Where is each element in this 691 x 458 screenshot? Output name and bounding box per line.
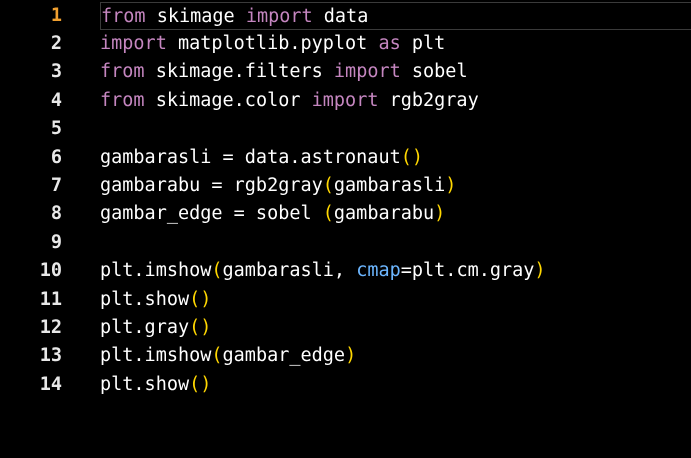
code-text[interactable]: [100, 115, 691, 143]
code-token-param: cmap: [356, 260, 401, 282]
code-token-paren: (): [189, 288, 212, 310]
line-number: 8: [50, 203, 62, 225]
code-token-paren: (: [211, 260, 223, 282]
code-token-paren: (): [189, 316, 212, 338]
code-line[interactable]: 8 gambar_edge = sobel (gambarabu): [0, 200, 691, 228]
code-token-plain: matplotlib.pyplot: [166, 32, 379, 54]
code-token-plain: data: [312, 5, 369, 27]
code-token-plain: gambar_edge = sobel: [100, 203, 323, 225]
code-token-plain: gambarasli,: [222, 260, 357, 282]
code-text[interactable]: plt.imshow(gambarasli, cmap=plt.cm.gray): [100, 257, 691, 285]
code-line[interactable]: 2 import matplotlib.pyplot as plt: [0, 30, 691, 58]
code-token-paren: ): [345, 345, 357, 367]
line-number: 9: [50, 231, 62, 253]
code-text[interactable]: from skimage.filters import sobel: [100, 58, 691, 86]
code-text[interactable]: plt.gray(): [100, 314, 691, 342]
line-number: 14: [39, 373, 62, 395]
code-line[interactable]: 14 plt.show(): [0, 371, 691, 399]
code-token-plain: plt.show: [100, 373, 190, 395]
code-line[interactable]: 11 plt.show(): [0, 286, 691, 314]
code-line[interactable]: 3 from skimage.filters import sobel: [0, 58, 691, 86]
line-number: 10: [39, 260, 62, 282]
line-number: 13: [39, 345, 62, 367]
code-text[interactable]: [100, 229, 691, 257]
code-token-plain: gambarabu: [333, 203, 435, 225]
code-token-paren: ): [445, 174, 457, 196]
code-token-keyword: import: [311, 89, 379, 111]
code-line[interactable]: 7 gambarabu = rgb2gray(gambarasli): [0, 172, 691, 200]
code-line[interactable]: 6 gambarasli = data.astronaut(): [0, 144, 691, 172]
code-token-keyword: import: [100, 32, 167, 54]
code-token-plain: plt.gray: [100, 316, 190, 338]
code-token-keyword: from: [100, 61, 145, 83]
code-token-paren: (): [189, 373, 212, 395]
code-text[interactable]: gambarasli = data.astronaut(): [100, 144, 691, 172]
code-token-plain: gambarabu = rgb2gray: [100, 174, 323, 196]
code-token-paren: ): [534, 260, 546, 282]
code-text[interactable]: plt.show(): [100, 371, 691, 399]
code-text[interactable]: import matplotlib.pyplot as plt: [100, 30, 691, 58]
code-text[interactable]: gambar_edge = sobel (gambarabu): [100, 200, 691, 228]
code-token-plain: plt.imshow: [100, 260, 212, 282]
code-token-keyword: import: [245, 5, 313, 27]
code-token-keyword: as: [378, 32, 401, 54]
code-token-plain: sobel: [400, 61, 468, 83]
code-token-plain: =plt.cm.gray: [400, 260, 535, 282]
code-token-paren: (): [400, 146, 424, 168]
code-line[interactable]: 4 from skimage.color import rgb2gray: [0, 87, 691, 115]
line-number: 12: [39, 316, 62, 338]
code-token-plain: rgb2gray: [378, 89, 479, 111]
code-token-plain: plt.imshow: [100, 345, 212, 367]
code-line[interactable]: 9: [0, 229, 691, 257]
code-token-plain: gambarasli = data.astronaut: [100, 146, 401, 168]
code-editor[interactable]: 1 from skimage import data 2 import matplot…: [0, 0, 691, 458]
code-token-paren: (: [322, 203, 334, 225]
code-token-keyword: import: [333, 61, 401, 83]
code-token-keyword: from: [101, 5, 146, 27]
code-token-plain: skimage.color: [144, 89, 312, 111]
code-token-plain: gambarasli: [333, 174, 446, 196]
line-number: 6: [50, 146, 62, 168]
line-number: 7: [50, 174, 62, 196]
line-number: 5: [50, 118, 62, 140]
code-token-plain: gambar_edge: [222, 345, 346, 367]
code-text[interactable]: plt.show(): [100, 286, 691, 314]
code-text[interactable]: from skimage import data: [100, 1, 691, 30]
code-token-paren: (: [211, 345, 223, 367]
line-number: 11: [39, 288, 62, 310]
code-token-plain: plt.show: [100, 288, 190, 310]
line-number: 3: [50, 61, 62, 83]
code-token-plain: skimage.filters: [144, 61, 334, 83]
code-text[interactable]: plt.imshow(gambar_edge): [100, 342, 691, 370]
code-line[interactable]: 5: [0, 115, 691, 143]
code-line[interactable]: 12 plt.gray(): [0, 314, 691, 342]
code-text[interactable]: from skimage.color import rgb2gray: [100, 87, 691, 115]
code-token-paren: (: [322, 174, 334, 196]
code-token-paren: ): [434, 203, 446, 225]
code-token-plain: skimage: [145, 5, 246, 27]
code-token-keyword: from: [100, 89, 145, 111]
code-text[interactable]: gambarabu = rgb2gray(gambarasli): [100, 172, 691, 200]
line-number: 2: [50, 32, 62, 54]
line-number: 4: [50, 89, 62, 111]
code-line[interactable]: 13 plt.imshow(gambar_edge): [0, 342, 691, 370]
code-line[interactable]: 1 from skimage import data: [0, 1, 691, 30]
code-line[interactable]: 10 plt.imshow(gambarasli, cmap=plt.cm.gra…: [0, 257, 691, 285]
line-number: 1: [50, 4, 62, 26]
code-token-plain: plt: [400, 32, 446, 54]
